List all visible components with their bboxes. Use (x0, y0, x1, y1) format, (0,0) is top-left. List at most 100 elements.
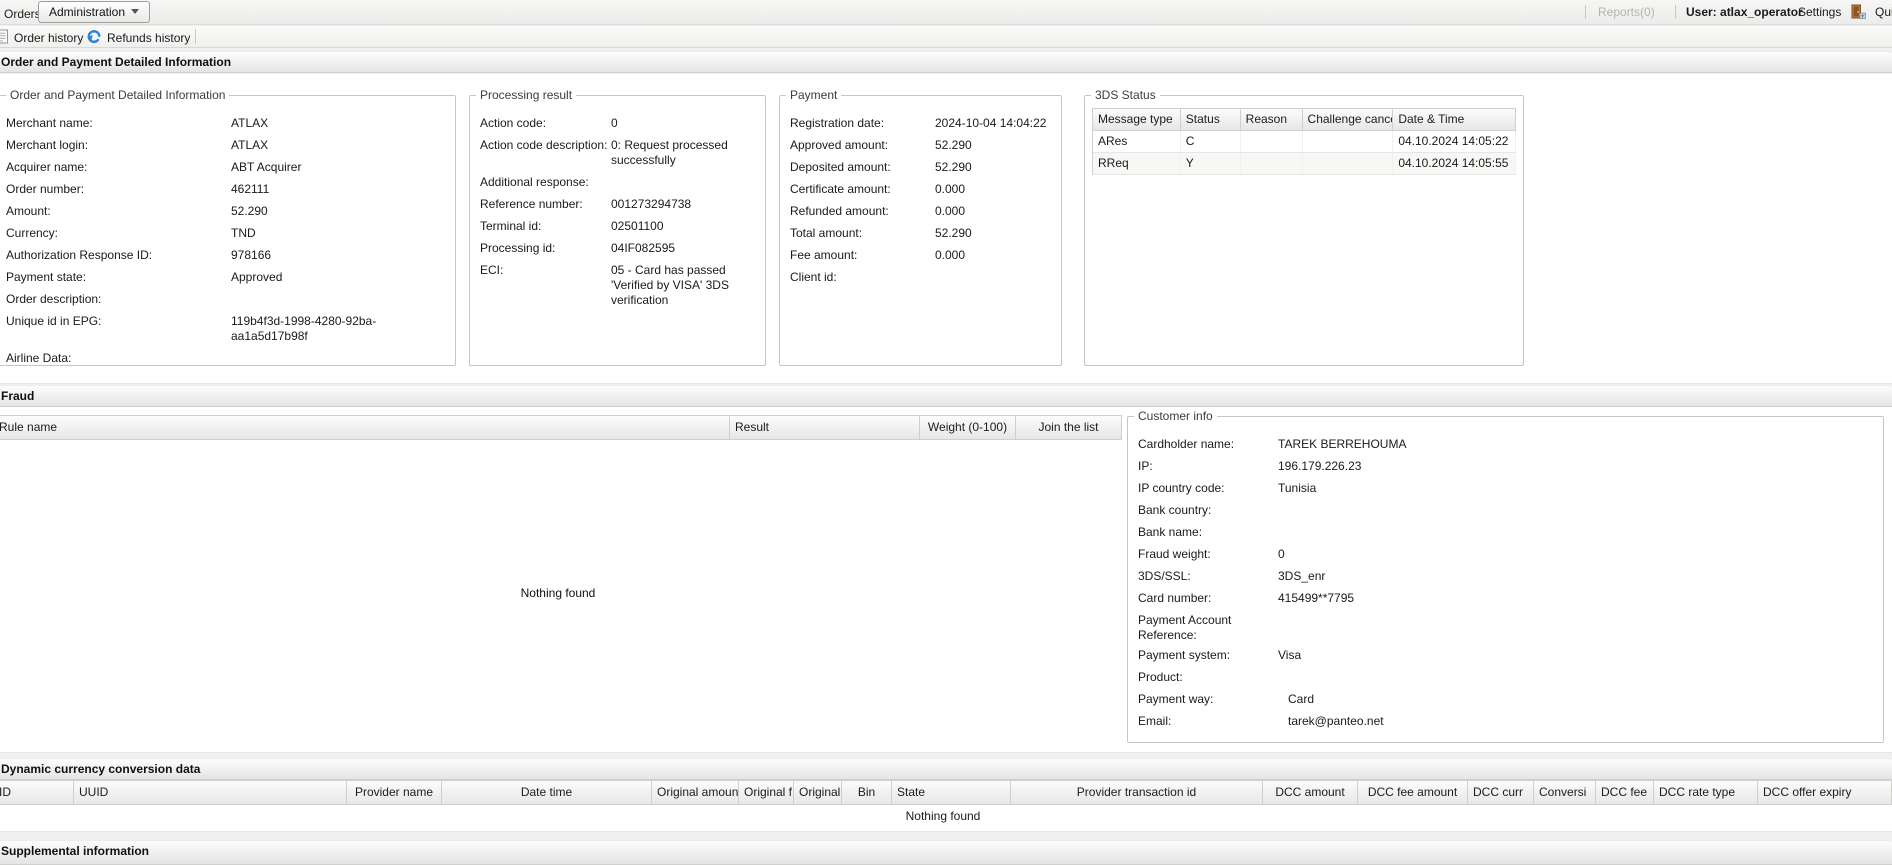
field-row: Refunded amount: 0.000 (790, 204, 1055, 219)
table-row[interactable]: ARes C 04.10.2024 14:05:22 (1093, 131, 1517, 153)
field-value: Approved (231, 270, 283, 284)
field-label: Amount: (6, 204, 51, 218)
field-label: ECI: (480, 263, 504, 277)
field-label: IP: (1138, 459, 1153, 473)
field-row: IP: 196.179.226.23 (1138, 459, 1877, 474)
field-row: Total amount: 52.290 (790, 226, 1055, 241)
field-value: ATLAX (231, 138, 269, 152)
customer-info-legend: Customer info (1138, 409, 1213, 423)
field-row: Additional response: (480, 175, 759, 190)
field-value: Card (1288, 692, 1315, 706)
field-label: Payment Account Reference: (1138, 613, 1232, 642)
field-row: 3DS/SSL: 3DS_enr (1138, 569, 1877, 584)
cell-status: Y (1181, 153, 1241, 174)
column-header: Original c (794, 780, 842, 805)
field-label: Approved amount: (790, 138, 889, 152)
column-header: Challenge cancel (1302, 108, 1394, 131)
field-label: Fraud weight: (1138, 547, 1211, 561)
field-value: 04IF082595 (611, 241, 676, 255)
field-row: Cardholder name: TAREK BERREHOUMA (1138, 437, 1877, 452)
field-value: 196.179.226.23 (1278, 459, 1362, 473)
fraud-table-header: Rule name Result Weight (0-100) Join the… (0, 415, 1122, 440)
cell-reason (1241, 153, 1303, 174)
fraud-panel: Rule name Result Weight (0-100) Join the… (0, 407, 1892, 753)
field-value: 0: Request processed successfully (611, 138, 728, 167)
field-row: Merchant name: ATLAX (6, 116, 449, 131)
field-label: Merchant login: (6, 138, 89, 152)
field-row: Deposited amount: 52.290 (790, 160, 1055, 175)
top-menu-bar: Orders Administration Reports(0) User: a… (0, 0, 1892, 25)
field-value: 0 (611, 116, 618, 130)
field-value: 52.290 (935, 226, 972, 240)
payment-fieldset: Payment Registration date: 2024-10-04 14:… (779, 88, 1062, 366)
field-label: Email: (1138, 714, 1172, 728)
field-value: 462111 (231, 182, 270, 196)
current-user-label: User: atlax_operator (1686, 5, 1803, 19)
order-details-legend: Order and Payment Detailed Information (10, 88, 226, 102)
field-value: 0 (1278, 547, 1285, 561)
field-row: Payment Account Reference: (1138, 613, 1877, 643)
field-value: Tunisia (1278, 481, 1317, 495)
column-header: Original f (739, 780, 794, 805)
field-row: Payment state: Approved (6, 270, 449, 285)
three-ds-table-header: Message type Status Reason Challenge can… (1093, 108, 1517, 131)
order-payment-panel: Order and Payment Detailed Information M… (0, 74, 1892, 384)
processing-result-fieldset: Processing result Action code: 0 Action c… (469, 88, 766, 366)
field-value: TND (231, 226, 256, 240)
empty-state-text: Nothing found (905, 809, 981, 823)
field-label: Unique id in EPG: (6, 314, 102, 328)
document-icon (0, 29, 9, 47)
field-label: Currency: (6, 226, 59, 240)
field-value: 52.290 (935, 160, 972, 174)
field-value: 0.000 (935, 248, 966, 262)
three-ds-table: Message type Status Reason Challenge can… (1092, 108, 1517, 175)
field-row: Product: (1138, 670, 1877, 685)
field-label: Registration date: (790, 116, 885, 130)
field-row: Amount: 52.290 (6, 204, 449, 219)
field-value: 119b4f3d-1998-4280-92ba-aa1a5d17b98f (231, 314, 377, 343)
refunds-history-button[interactable]: Refunds history (86, 29, 190, 47)
field-value: 02501100 (611, 219, 664, 233)
tab-administration[interactable]: Administration (38, 1, 151, 23)
field-value: 0.000 (935, 204, 966, 218)
three-ds-legend: 3DS Status (1095, 88, 1156, 102)
field-label: Order description: (6, 292, 102, 306)
field-label: Fee amount: (790, 248, 858, 262)
field-row: IP country code: Tunisia (1138, 481, 1877, 496)
column-header: Date & Time (1393, 108, 1517, 131)
topbar-divider (1675, 5, 1676, 19)
column-header: State (892, 780, 1011, 805)
column-header: Original amount (652, 780, 739, 805)
field-row: Unique id in EPG: 119b4f3d-1998-4280-92ba… (6, 314, 449, 344)
customer-info-fieldset: Customer info Cardholder name: TAREK BERR… (1127, 409, 1884, 743)
field-label: Bank country: (1138, 503, 1212, 517)
order-history-button[interactable]: Order history (0, 29, 83, 47)
field-row: Authorization Response ID: 978166 (6, 248, 449, 263)
column-header: Result (730, 415, 920, 440)
quit-link[interactable]: Quit (1875, 5, 1892, 19)
field-value: 3DS_enr (1278, 569, 1326, 583)
empty-state-text: Nothing found (520, 585, 596, 600)
field-row: Registration date: 2024-10-04 14:04:22 (790, 116, 1055, 131)
fraud-table-empty: Nothing found (0, 440, 1122, 745)
column-header: DCC fee amount (1358, 780, 1468, 805)
field-value: 05 - Card has passed 'Verified by VISA' … (611, 263, 729, 307)
field-value: ATLAX (231, 116, 269, 130)
settings-link[interactable]: Settings (1798, 5, 1841, 19)
cell-challenge-cancel (1303, 131, 1394, 152)
topbar-divider (1585, 5, 1586, 19)
column-header: Conversi (1534, 780, 1596, 805)
section-order-payment: Order and Payment Detailed Information (0, 51, 1892, 73)
dcc-table-empty: Nothing found (0, 805, 1892, 832)
reports-link[interactable]: Reports(0) (1598, 5, 1655, 19)
section-dcc: Dynamic currency conversion data (0, 758, 1892, 780)
field-label: Deposited amount: (790, 160, 891, 174)
field-label: Client id: (790, 270, 837, 284)
table-row[interactable]: RReq Y 04.10.2024 14:05:55 (1093, 153, 1517, 175)
order-history-label: Order history (14, 31, 84, 45)
field-label: Total amount: (790, 226, 863, 240)
field-row: Fraud weight: 0 (1138, 547, 1877, 562)
field-row: Certificate amount: 0.000 (790, 182, 1055, 197)
field-label: Merchant name: (6, 116, 93, 130)
field-value: 415499**7795 (1278, 591, 1355, 605)
